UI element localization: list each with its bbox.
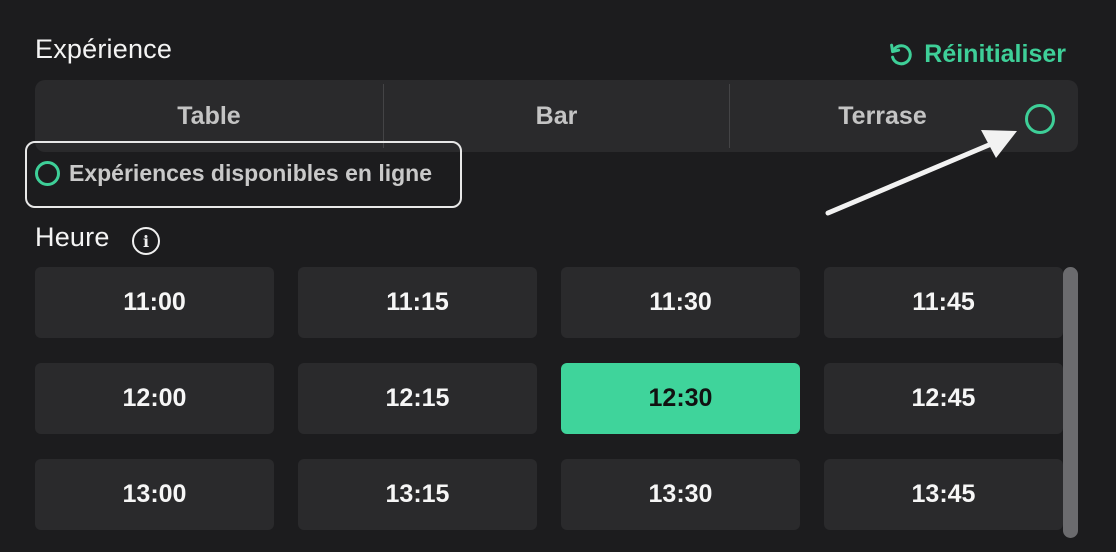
available-online-label: Expériences disponibles en ligne [69,160,433,186]
reset-label: Réinitialiser [924,40,1066,68]
radio-dot-icon [35,161,60,186]
refresh-icon [888,42,914,68]
time-slot-button[interactable]: 11:15 [298,267,537,338]
time-slot-button[interactable]: 12:15 [298,363,537,434]
time-slot-button[interactable]: 12:00 [35,363,274,434]
time-slot-button[interactable]: 12:45 [824,363,1063,434]
scrollbar[interactable] [1063,267,1078,538]
experience-time-picker: Expérience Réinitialiser Table Bar Terra… [0,0,1116,552]
experience-title: Expérience [35,34,173,64]
hours-title: Heure [35,222,110,252]
radio-dot-icon [1025,104,1055,134]
reset-button[interactable]: Réinitialiser [888,40,1066,69]
info-icon[interactable]: i [132,227,160,255]
time-slot-button[interactable]: 11:30 [561,267,800,338]
segment-label: Table [177,101,241,130]
time-slot-button[interactable]: 11:45 [824,267,1063,338]
time-slot-button[interactable]: 13:15 [298,459,537,530]
segment-label: Bar [535,101,578,130]
time-slot-button[interactable]: 13:45 [824,459,1063,530]
time-slot-button[interactable]: 13:30 [561,459,800,530]
time-slot-button[interactable]: 12:30 [561,363,800,434]
time-slot-button[interactable]: 13:00 [35,459,274,530]
time-slot-grid: 11:00 11:15 11:30 11:45 12:00 12:15 12:30 12:45… [35,267,1063,530]
segment-label: Terrase [838,101,927,130]
segment-terrase[interactable]: Terrase [730,80,1035,152]
time-slot-button[interactable]: 11:00 [35,267,274,338]
